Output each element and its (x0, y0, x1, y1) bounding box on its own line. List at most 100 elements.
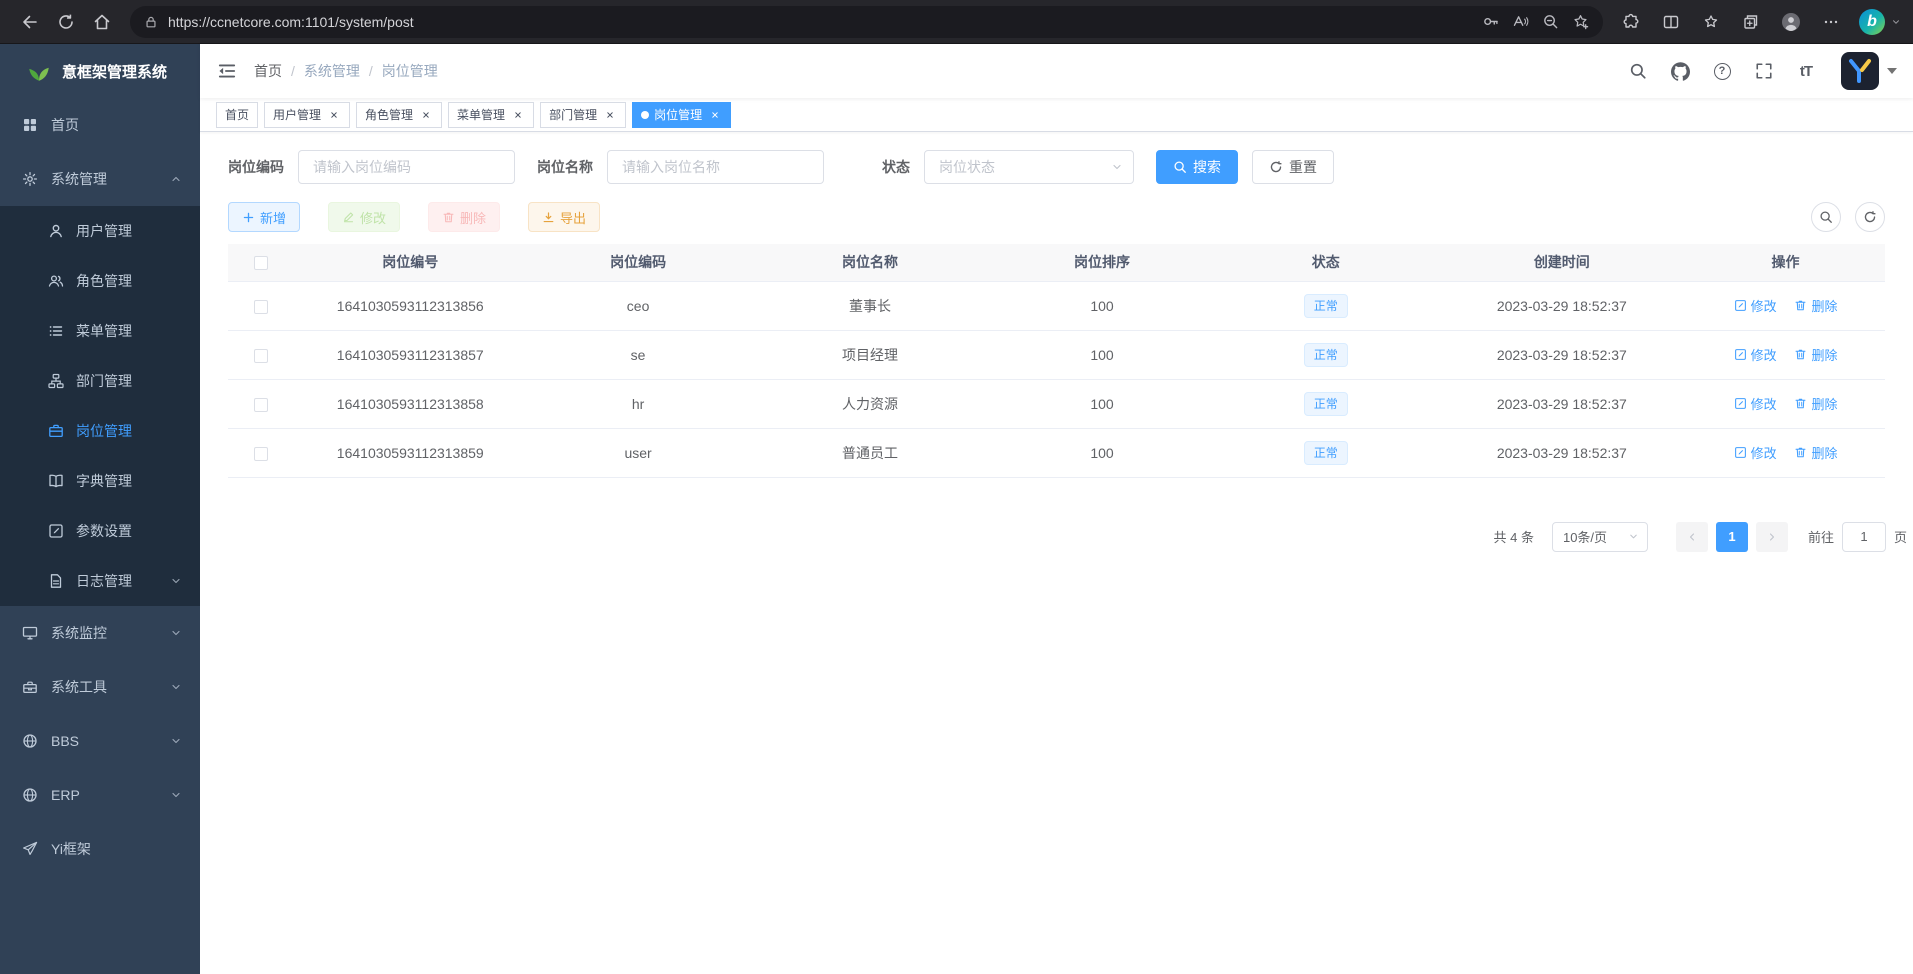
collections-icon[interactable] (1733, 4, 1769, 40)
goto-page-input[interactable] (1842, 522, 1886, 552)
add-favorite-icon[interactable] (1565, 8, 1595, 36)
next-page-button[interactable] (1756, 522, 1788, 552)
url-text[interactable]: https://ccnetcore.com:1101/system/post (168, 14, 1475, 30)
chevron-down-icon (170, 789, 182, 801)
breadcrumb-system[interactable]: 系统管理 (304, 61, 360, 81)
table-row[interactable]: 1641030593112313857 se 项目经理 100 正常 2023-… (228, 330, 1885, 379)
select-all-checkbox[interactable] (254, 256, 268, 270)
github-icon[interactable] (1663, 54, 1697, 88)
close-tab-icon[interactable] (327, 108, 341, 122)
sidebar-item-departments[interactable]: 部门管理 (0, 356, 200, 406)
favorites-icon[interactable] (1693, 4, 1729, 40)
delete-button[interactable]: 删除 (428, 202, 500, 232)
sidebar-item-monitor[interactable]: 系统监控 (0, 606, 200, 660)
sidebar-item-erp[interactable]: ERP (0, 768, 200, 822)
extensions-icon[interactable] (1613, 4, 1649, 40)
prev-page-button[interactable] (1676, 522, 1708, 552)
refresh-table-icon[interactable] (1855, 202, 1885, 232)
tab-home[interactable]: 首页 (216, 102, 258, 128)
row-edit-link[interactable]: 修改 (1734, 443, 1777, 462)
tab-label: 角色管理 (365, 106, 413, 123)
page-size-select[interactable]: 10条/页 (1552, 522, 1648, 552)
row-delete-link[interactable]: 删除 (1794, 443, 1837, 462)
lock-icon[interactable] (144, 15, 158, 29)
row-delete-link[interactable]: 删除 (1794, 345, 1837, 364)
tags-view: 首页 用户管理 角色管理 菜单管理 部门管理 岗位管理 (200, 98, 1913, 132)
fullscreen-icon[interactable] (1747, 54, 1781, 88)
row-checkbox[interactable] (254, 349, 268, 363)
tab-post-mgmt[interactable]: 岗位管理 (632, 102, 731, 128)
sidebar-item-menus[interactable]: 菜单管理 (0, 306, 200, 356)
sidebar-item-users[interactable]: 用户管理 (0, 206, 200, 256)
edit-button[interactable]: 修改 (328, 202, 400, 232)
user-avatar[interactable] (1841, 52, 1879, 90)
status-select[interactable]: 岗位状态 (924, 150, 1134, 184)
header-search-icon[interactable] (1621, 54, 1655, 88)
post-code-input[interactable] (298, 150, 515, 184)
read-aloud-icon[interactable] (1505, 8, 1535, 36)
sidebar-item-system[interactable]: 系统管理 (0, 152, 200, 206)
sidebar-item-tools[interactable]: 系统工具 (0, 660, 200, 714)
copilot-bing-icon[interactable]: b (1859, 9, 1885, 35)
row-edit-link[interactable]: 修改 (1734, 394, 1777, 413)
tab-user-mgmt[interactable]: 用户管理 (264, 102, 350, 128)
back-icon[interactable] (12, 4, 48, 40)
font-size-icon[interactable]: tT (1789, 54, 1823, 88)
refresh-icon[interactable] (48, 4, 84, 40)
close-tab-icon[interactable] (419, 108, 433, 122)
sidebar-item-bbs[interactable]: BBS (0, 714, 200, 768)
zoom-icon[interactable] (1535, 8, 1565, 36)
user-menu[interactable] (1841, 52, 1897, 90)
sidebar-collapse-icon[interactable] (200, 44, 254, 98)
search-button[interactable]: 搜索 (1156, 150, 1238, 184)
row-checkbox[interactable] (254, 447, 268, 461)
row-checkbox[interactable] (254, 300, 268, 314)
row-edit-link[interactable]: 修改 (1734, 296, 1777, 315)
sidebar-item-label: BBS (51, 733, 157, 749)
sidebar-item-parameters[interactable]: 参数设置 (0, 506, 200, 556)
row-delete-label: 删除 (1811, 296, 1837, 315)
close-tab-icon[interactable] (603, 108, 617, 122)
tab-dept-mgmt[interactable]: 部门管理 (540, 102, 626, 128)
app-logo[interactable]: 意框架管理系统 (0, 44, 200, 98)
row-edit-link[interactable]: 修改 (1734, 345, 1777, 364)
address-bar[interactable]: https://ccnetcore.com:1101/system/post (130, 6, 1603, 38)
toggle-search-icon[interactable] (1811, 202, 1841, 232)
trash-icon (1794, 299, 1807, 312)
status-badge: 正常 (1304, 294, 1348, 318)
breadcrumb-home[interactable]: 首页 (254, 61, 282, 81)
password-key-icon[interactable] (1475, 8, 1505, 36)
page-button-1[interactable]: 1 (1716, 522, 1748, 552)
cell-post-sort: 100 (990, 379, 1214, 428)
profile-avatar[interactable] (1773, 4, 1809, 40)
settings-more-icon[interactable] (1813, 4, 1849, 40)
row-checkbox[interactable] (254, 398, 268, 412)
tab-role-mgmt[interactable]: 角色管理 (356, 102, 442, 128)
split-screen-icon[interactable] (1653, 4, 1689, 40)
row-delete-link[interactable]: 删除 (1794, 394, 1837, 413)
tab-menu-mgmt[interactable]: 菜单管理 (448, 102, 534, 128)
sidebar-item-logs[interactable]: 日志管理 (0, 556, 200, 606)
export-button[interactable]: 导出 (528, 202, 600, 232)
add-button[interactable]: 新增 (228, 202, 300, 232)
row-delete-label: 删除 (1811, 345, 1837, 364)
table-row[interactable]: 1641030593112313859 user 普通员工 100 正常 202… (228, 428, 1885, 477)
close-tab-icon[interactable] (708, 108, 722, 122)
bing-dropdown-caret[interactable] (1891, 17, 1901, 27)
sidebar-item-home[interactable]: 首页 (0, 98, 200, 152)
sidebar-item-roles[interactable]: 角色管理 (0, 256, 200, 306)
sidebar-item-posts[interactable]: 岗位管理 (0, 406, 200, 456)
chevron-down-icon (170, 575, 182, 587)
leaf-logo-icon (26, 58, 52, 84)
post-name-input[interactable] (607, 150, 824, 184)
sidebar-item-yi-framework[interactable]: Yi框架 (0, 822, 200, 876)
help-icon[interactable]: ? (1705, 54, 1739, 88)
sidebar-item-dictionary[interactable]: 字典管理 (0, 456, 200, 506)
pen-square-icon (48, 523, 64, 539)
row-delete-link[interactable]: 删除 (1794, 296, 1837, 315)
table-row[interactable]: 1641030593112313856 ceo 董事长 100 正常 2023-… (228, 281, 1885, 330)
home-icon[interactable] (84, 4, 120, 40)
table-row[interactable]: 1641030593112313858 hr 人力资源 100 正常 2023-… (228, 379, 1885, 428)
reset-button[interactable]: 重置 (1252, 150, 1334, 184)
close-tab-icon[interactable] (511, 108, 525, 122)
